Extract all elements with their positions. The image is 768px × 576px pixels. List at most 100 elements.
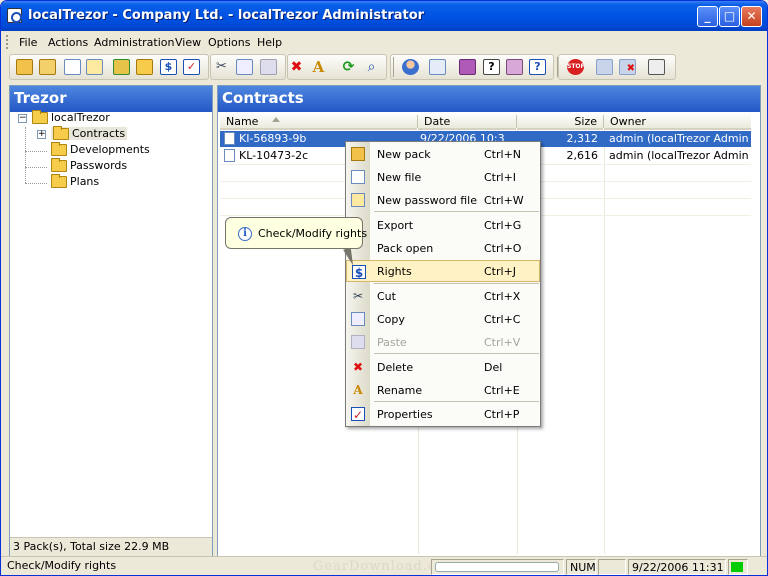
maximize-button[interactable]: □: [719, 6, 740, 27]
column-header-name[interactable]: Name: [220, 113, 417, 130]
menu-item-label: Copy: [377, 313, 405, 326]
new-pack-icon[interactable]: [16, 59, 33, 75]
menu-grip[interactable]: [6, 35, 9, 49]
menu-options[interactable]: Options: [208, 36, 250, 49]
progress-bar: [435, 562, 559, 572]
menu-item-rights[interactable]: $ Rights Ctrl+J: [346, 260, 540, 282]
menu-item-cut[interactable]: ✂ Cut Ctrl+X: [346, 285, 540, 307]
menu-item-shortcut: Ctrl+C: [484, 313, 521, 326]
users-icon[interactable]: [402, 59, 419, 75]
paste-icon[interactable]: [260, 59, 277, 75]
properties-icon[interactable]: ✓: [183, 59, 200, 75]
status-num: NUM: [566, 559, 596, 575]
delete-icon[interactable]: ✖: [288, 59, 305, 75]
menu-item-new-password-file[interactable]: New password file Ctrl+W: [346, 189, 540, 211]
open-pack-icon[interactable]: [39, 59, 56, 75]
menu-file[interactable]: File: [19, 36, 37, 49]
column-header-size[interactable]: Size: [517, 113, 603, 130]
search-icon[interactable]: ⌕: [363, 59, 380, 75]
tooltip-balloon: i Check/Modify rights: [225, 217, 367, 249]
cut-icon: ✂: [352, 289, 364, 303]
minimize-button[interactable]: _: [697, 6, 718, 27]
folder-icon: [53, 126, 69, 140]
tree-connector: [25, 127, 26, 183]
sort-ascending-icon: [272, 117, 280, 122]
menu-separator: [374, 211, 539, 212]
menu-item-copy[interactable]: Copy Ctrl+C: [346, 308, 540, 330]
menu-item-paste[interactable]: Paste Ctrl+V: [346, 331, 540, 353]
stop-icon[interactable]: STOP: [567, 59, 585, 75]
tooltip-text: Check/Modify rights: [258, 227, 368, 240]
menu-item-label: Delete: [377, 361, 414, 374]
new-password-file-icon[interactable]: [86, 59, 103, 75]
menu-item-label: New pack: [377, 148, 431, 161]
settings-icon[interactable]: [648, 59, 665, 75]
column-divider[interactable]: [603, 115, 604, 128]
column-header-date[interactable]: Date: [418, 113, 516, 130]
menu-item-shortcut: Del: [484, 361, 503, 374]
status-blank: [598, 559, 626, 575]
app-icon[interactable]: [7, 8, 22, 23]
menu-item-properties[interactable]: ✓ Properties Ctrl+P: [346, 403, 540, 425]
tree-connector: [25, 167, 47, 168]
tools-icon[interactable]: [506, 59, 523, 75]
remove-icon[interactable]: ✖: [619, 59, 636, 75]
menu-item-delete[interactable]: ✖ Delete Del: [346, 356, 540, 378]
tree-panel-title: Trezor: [10, 86, 212, 112]
about-icon[interactable]: ?: [529, 59, 546, 75]
tree-connector: [25, 151, 47, 152]
menu-item-shortcut: Ctrl+V: [484, 336, 521, 349]
menu-item-shortcut: Ctrl+P: [484, 408, 520, 421]
menu-item-shortcut: Ctrl+J: [484, 265, 517, 278]
log-icon[interactable]: [429, 59, 446, 75]
rename-icon[interactable]: A: [310, 59, 327, 75]
tree-node-passwords[interactable]: Passwords: [51, 158, 127, 172]
book-icon[interactable]: [459, 59, 476, 75]
window-title: localTrezor - Company Ltd. - localTrezor…: [28, 8, 425, 23]
toolbar-separator: [393, 57, 394, 77]
menu-item-shortcut: Ctrl+W: [484, 194, 524, 207]
folder-icon: [51, 158, 67, 172]
menu-item-shortcut: Ctrl+O: [484, 242, 522, 255]
column-divider[interactable]: [417, 115, 418, 128]
menu-item-rename[interactable]: A Rename Ctrl+E: [346, 379, 540, 401]
tree-node-developments[interactable]: Developments: [51, 142, 150, 156]
column-header-owner[interactable]: Owner: [604, 113, 751, 130]
cell-owner: admin (localTrezor Adminis...: [609, 149, 749, 162]
grid-line: [604, 130, 605, 554]
column-label: Name: [226, 115, 259, 128]
cut-icon[interactable]: ✂: [213, 59, 230, 75]
tree-node-contracts[interactable]: Contracts: [51, 126, 128, 140]
pack-open-icon[interactable]: [136, 59, 153, 75]
file-icon: [224, 149, 235, 162]
delete-icon: ✖: [352, 360, 364, 374]
tree-expand-toggle[interactable]: +: [37, 130, 46, 139]
rights-icon[interactable]: $: [160, 59, 177, 75]
rename-icon: A: [353, 383, 363, 397]
menu-item-label: Properties: [377, 408, 433, 421]
menu-item-export[interactable]: Export Ctrl+G: [346, 214, 540, 236]
refresh-icon[interactable]: ⟳: [340, 59, 357, 75]
menu-actions[interactable]: Actions: [48, 36, 88, 49]
menu-view[interactable]: View: [175, 36, 201, 49]
tree-collapse-toggle[interactable]: −: [18, 114, 27, 123]
copy-icon[interactable]: [236, 59, 253, 75]
help-icon[interactable]: ?: [483, 59, 500, 75]
menu-item-label: Paste: [377, 336, 407, 349]
status-indicator: [728, 559, 748, 575]
menu-item-new-pack[interactable]: New pack Ctrl+N: [346, 143, 540, 165]
tree-node-localtrezor[interactable]: localTrezor: [32, 110, 110, 124]
export-icon[interactable]: [113, 59, 130, 75]
app-window: localTrezor - Company Ltd. - localTrezor…: [0, 0, 768, 576]
menu-administration[interactable]: Administration: [94, 36, 175, 49]
menu-item-pack-open[interactable]: Pack open Ctrl+O: [346, 237, 540, 259]
close-button[interactable]: ✕: [741, 6, 762, 27]
import-icon[interactable]: [596, 59, 613, 75]
new-file-icon[interactable]: [64, 59, 81, 75]
menu-item-shortcut: Ctrl+X: [484, 290, 521, 303]
tree-node-plans[interactable]: Plans: [51, 174, 99, 188]
column-divider[interactable]: [516, 115, 517, 128]
menu-help[interactable]: Help: [257, 36, 282, 49]
contents-panel-title: Contracts: [218, 86, 760, 112]
menu-item-new-file[interactable]: New file Ctrl+I: [346, 166, 540, 188]
